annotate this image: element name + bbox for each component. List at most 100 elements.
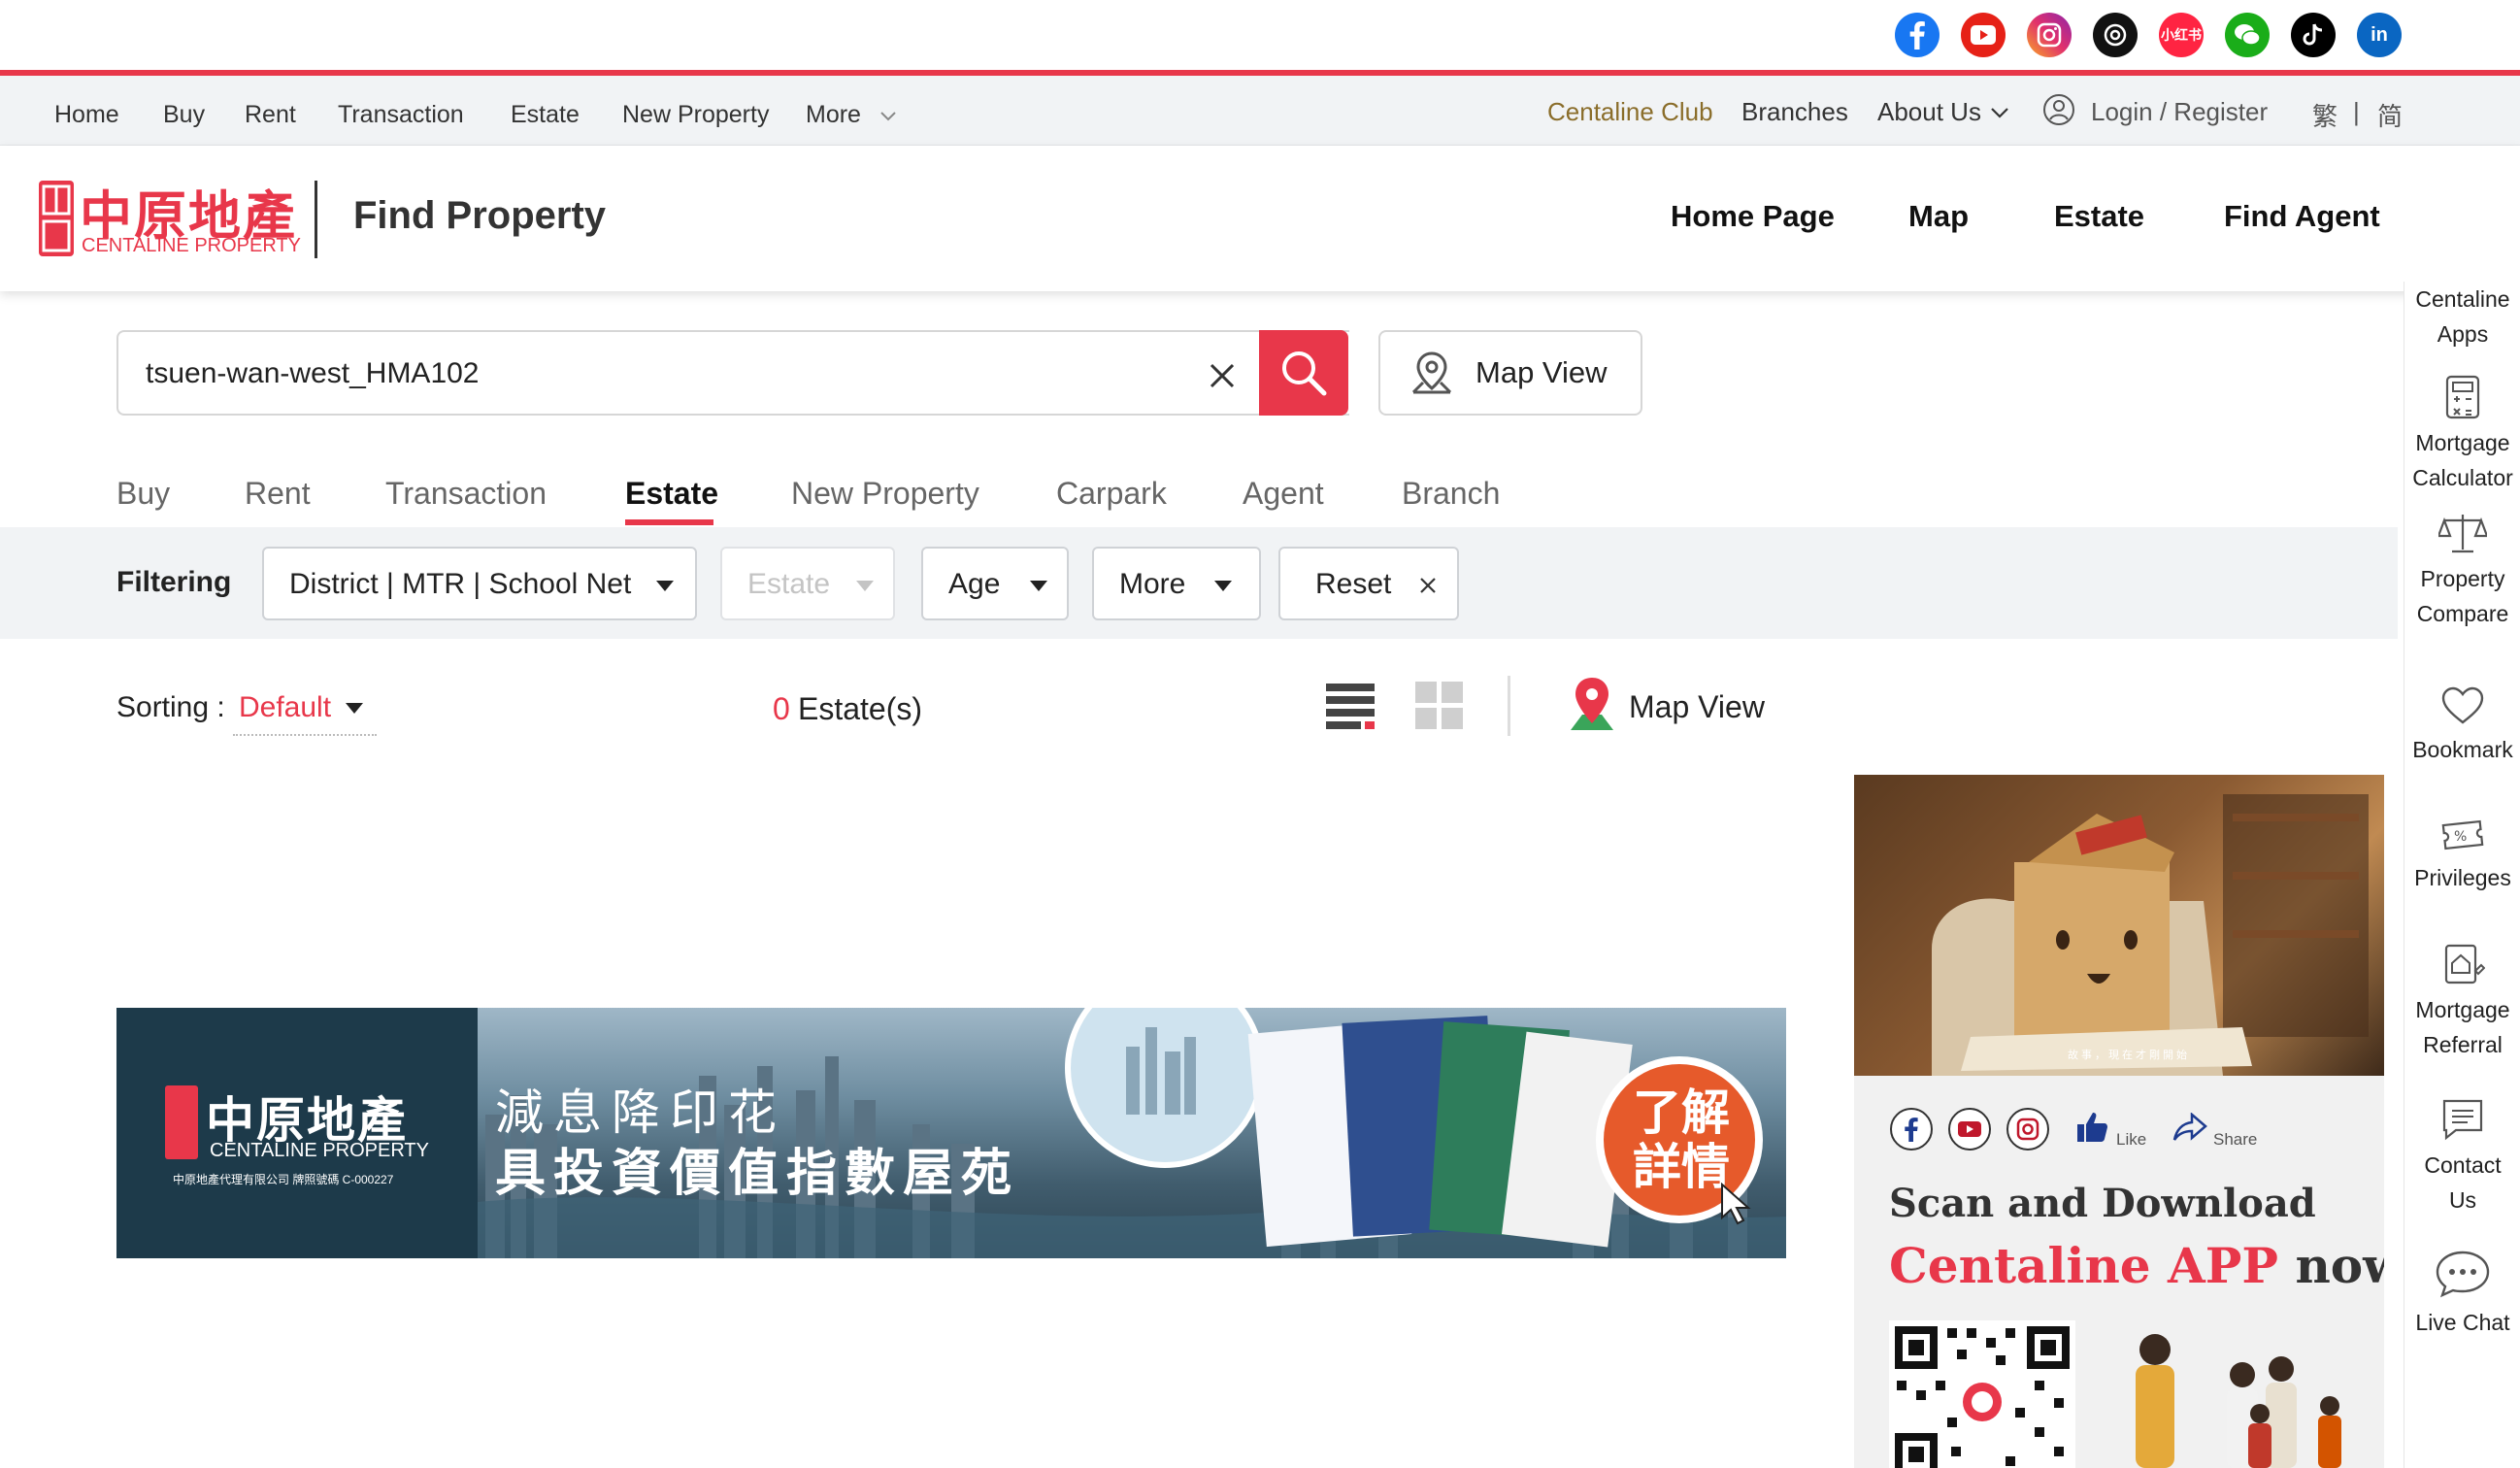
sidebar-item-label: Calculator	[2412, 465, 2513, 490]
wechat-icon[interactable]	[2225, 13, 2270, 57]
ad-robot-image	[1932, 794, 2369, 1076]
nav-find-agent[interactable]: Find Agent	[2224, 199, 2380, 234]
xiaohongshu-label: 小红书	[2161, 27, 2202, 43]
sidebar-item-label: Mortgage	[2415, 997, 2510, 1022]
sorting-label: Sorting :	[116, 691, 225, 723]
tab-agent[interactable]: Agent	[1243, 476, 1324, 512]
grid-view-icon[interactable]	[1415, 682, 1464, 730]
facebook-icon[interactable]	[1895, 13, 1940, 57]
share-icon[interactable]	[2172, 1113, 2207, 1142]
close-icon	[1420, 578, 1436, 593]
search-button[interactable]	[1259, 330, 1348, 416]
list-view-icon[interactable]	[1326, 682, 1375, 730]
ad-video-image[interactable]: 故事，現在才剛開始	[1854, 775, 2384, 1076]
nav-estate[interactable]: Estate	[2054, 199, 2144, 234]
xiaohongshu-icon[interactable]: 小红书	[2159, 13, 2204, 57]
topnav-buy[interactable]: Buy	[163, 101, 205, 129]
branches-link[interactable]: Branches	[1741, 97, 1848, 127]
logo-english-name[interactable]: CENTALINE PROPERTY	[82, 235, 301, 257]
tab-buy[interactable]: Buy	[116, 476, 170, 512]
topnav-estate[interactable]: Estate	[511, 101, 580, 129]
cursor-icon	[1721, 1183, 1751, 1225]
app-download-ad[interactable]: Like Share Scan and Download Centaline A…	[1854, 1076, 2384, 1468]
social-bar: 小红书 in	[0, 0, 2520, 70]
thumbs-up-icon[interactable]	[2075, 1111, 2110, 1144]
banner-logo-seal	[165, 1085, 198, 1159]
tab-estate[interactable]: Estate	[625, 476, 718, 512]
banner-license: 中原地產代理有限公司 牌照號碼 C-000227	[173, 1173, 394, 1186]
promo-banner[interactable]: 中原地產 CENTALINE PROPERTY 中原地產代理有限公司 牌照號碼 …	[116, 1008, 1786, 1258]
top-nav: Home Buy Rent Transaction Estate New Pro…	[0, 76, 2520, 146]
sidebar-privileges[interactable]: % Privileges	[2404, 814, 2520, 895]
instagram-icon[interactable]	[2027, 13, 2072, 57]
banner-cta[interactable]: 了解 詳情	[1623, 1085, 1740, 1194]
youtube-icon[interactable]	[1947, 1107, 1992, 1151]
clear-icon[interactable]	[1208, 361, 1237, 390]
sidebar-mortgage-referral[interactable]: Mortgage Referral	[2404, 942, 2520, 1062]
site-header: 中原地產 CENTALINE PROPERTY Find Property Ho…	[0, 146, 2520, 291]
map-view-label: Map View	[1476, 355, 1608, 389]
topnav-rent[interactable]: Rent	[245, 101, 296, 129]
nav-home-page[interactable]: Home Page	[1671, 199, 1835, 234]
qr-code-image[interactable]	[1889, 1320, 2075, 1468]
topnav-transaction[interactable]: Transaction	[338, 101, 464, 129]
sidebar-contact-us[interactable]: Contact Us	[2404, 1097, 2520, 1218]
search-input[interactable]: tsuen-wan-west_HMA102	[116, 330, 1349, 416]
instagram-icon[interactable]	[2006, 1107, 2050, 1151]
about-us-link[interactable]: About Us	[1877, 97, 1981, 127]
tab-new-property[interactable]: New Property	[791, 476, 979, 512]
search-input-value: tsuen-wan-west_HMA102	[146, 357, 480, 389]
estate-dropdown-label: Estate	[747, 568, 831, 600]
more-dropdown-label: More	[1119, 568, 1186, 600]
nav-map[interactable]: Map	[1908, 199, 1969, 234]
caret-down-icon	[1214, 581, 1232, 591]
sidebar-live-chat[interactable]: Live Chat	[2404, 1249, 2520, 1340]
facebook-icon[interactable]	[1889, 1107, 1934, 1151]
tab-rent[interactable]: Rent	[245, 476, 311, 512]
youtube-icon[interactable]	[1961, 13, 2006, 57]
ad-headline-now: now!	[2295, 1237, 2384, 1294]
tab-transaction[interactable]: Transaction	[385, 476, 547, 512]
tab-carpark[interactable]: Carpark	[1056, 476, 1167, 512]
view-divider	[1508, 676, 1510, 736]
sidebar-centaline-apps[interactable]: Centaline Apps	[2404, 282, 2520, 351]
sidebar-mortgage-calculator[interactable]: Mortgage Calculator	[2404, 375, 2520, 495]
page: 小红书 in Home Buy Rent Transaction Estate …	[0, 0, 2520, 1468]
topnav-home[interactable]: Home	[54, 101, 119, 129]
logo-seal[interactable]	[39, 181, 74, 256]
traditional-chinese-toggle[interactable]: 繁	[2312, 97, 2338, 133]
chevron-down-icon	[1991, 108, 2008, 118]
linkedin-icon[interactable]: in	[2357, 13, 2402, 57]
sidebar-bookmark[interactable]: Bookmark	[2404, 685, 2520, 767]
banner-headline-2: 具投資價值指數屋苑	[495, 1144, 1020, 1203]
linkedin-label: in	[2371, 23, 2388, 46]
map-view-button[interactable]: Map View	[1378, 330, 1642, 416]
age-dropdown[interactable]: Age	[921, 547, 1069, 620]
tiktok-icon[interactable]	[2291, 13, 2336, 57]
result-count-unit: Estate(s)	[798, 691, 923, 726]
login-register-link[interactable]: Login / Register	[2091, 97, 2268, 127]
sidebar-item-label: Property	[2420, 566, 2505, 591]
ad-app-name: Centaline APP	[1889, 1237, 2279, 1294]
topnav-new-property[interactable]: New Property	[622, 101, 769, 129]
threads-icon[interactable]	[2093, 13, 2138, 57]
map-pin-icon	[1411, 351, 1452, 394]
page-title: Find Property	[353, 194, 607, 237]
estate-dropdown: Estate	[720, 547, 895, 620]
centaline-club-link[interactable]: Centaline Club	[1547, 97, 1713, 127]
share-label: Share	[2213, 1130, 2258, 1149]
topnav-more[interactable]: More	[806, 101, 861, 129]
more-dropdown[interactable]: More	[1092, 547, 1261, 620]
house-document-icon	[2444, 944, 2485, 984]
district-dropdown[interactable]: District | MTR | School Net	[262, 547, 697, 620]
sidebar-item-label: Centaline	[2415, 286, 2510, 312]
tab-branch[interactable]: Branch	[1402, 476, 1500, 512]
map-view-link-label: Map View	[1629, 689, 1765, 724]
reset-button[interactable]: Reset	[1278, 547, 1459, 620]
sorting-dropdown[interactable]: Default	[233, 685, 377, 736]
search-icon	[1282, 351, 1327, 396]
map-view-link[interactable]: Map View	[1567, 676, 1790, 736]
simplified-chinese-toggle[interactable]: 简	[2377, 97, 2403, 133]
sidebar-property-compare[interactable]: Property Compare	[2404, 511, 2520, 631]
right-sidebar: Centaline Apps Mortgage Calculator Prope…	[2404, 282, 2520, 1468]
